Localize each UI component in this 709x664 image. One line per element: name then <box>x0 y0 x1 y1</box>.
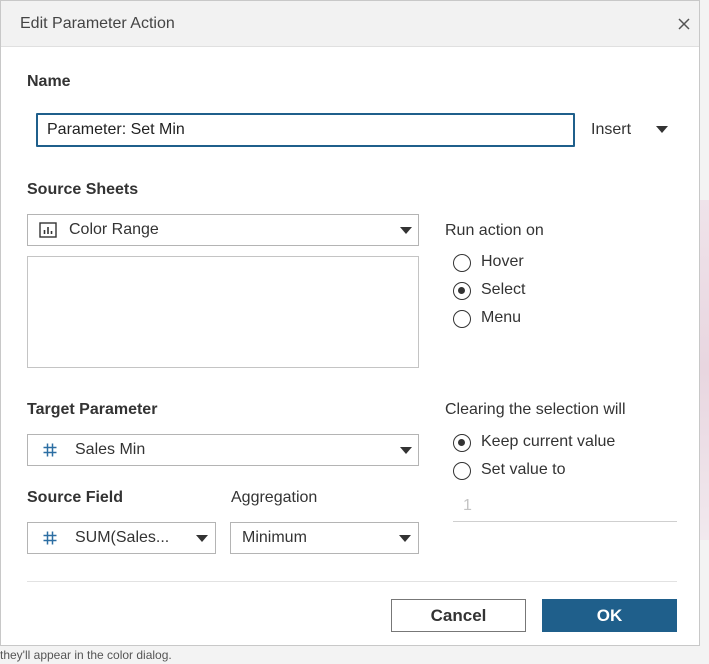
radio-label: Set value to <box>481 461 566 478</box>
footer-divider <box>27 581 677 582</box>
chevron-down-icon <box>656 126 668 133</box>
chevron-down-icon <box>400 447 412 454</box>
radio-button[interactable] <box>453 282 471 300</box>
insert-button[interactable]: Insert <box>591 117 677 143</box>
radio-button[interactable] <box>453 462 471 480</box>
radio-selected-dot <box>458 439 465 446</box>
source-sheets-selected: Color Range <box>69 221 159 238</box>
close-icon[interactable] <box>673 13 695 35</box>
aggregation-dropdown[interactable]: Minimum <box>230 522 419 554</box>
radio-button[interactable] <box>453 254 471 272</box>
aggregation-selected: Minimum <box>242 529 307 546</box>
title-bar: Edit Parameter Action <box>1 1 699 47</box>
clearing-label: Clearing the selection will <box>445 401 626 418</box>
target-parameter-label: Target Parameter <box>27 401 158 418</box>
radio-button[interactable] <box>453 434 471 452</box>
number-hash-icon <box>43 531 57 545</box>
source-sheets-label: Source Sheets <box>27 181 139 198</box>
name-input[interactable] <box>36 113 575 147</box>
chevron-down-icon <box>196 535 208 542</box>
source-sheets-list[interactable] <box>27 256 419 368</box>
source-field-dropdown[interactable]: SUM(Sales... <box>27 522 216 554</box>
radio-label: Select <box>481 281 526 298</box>
background-strip <box>699 200 709 540</box>
source-field-label: Source Field <box>27 489 124 506</box>
chevron-down-icon <box>400 227 412 234</box>
ok-button[interactable]: OK <box>542 599 677 632</box>
run-action-label: Run action on <box>445 222 544 239</box>
edit-parameter-action-dialog: Edit Parameter Action Name Insert Source… <box>0 0 700 646</box>
target-parameter-selected: Sales Min <box>75 441 146 458</box>
radio-label: Keep current value <box>481 433 616 450</box>
number-hash-icon <box>43 443 57 457</box>
chevron-down-icon <box>399 535 411 542</box>
radio-label: Menu <box>481 309 522 326</box>
dialog-title: Edit Parameter Action <box>20 15 175 32</box>
radio-label: Hover <box>481 253 524 270</box>
cancel-button[interactable]: Cancel <box>391 599 526 632</box>
insert-label: Insert <box>591 121 632 138</box>
name-label: Name <box>27 73 71 90</box>
source-sheets-dropdown[interactable]: Color Range <box>27 214 419 246</box>
bar-chart-icon <box>39 222 57 238</box>
target-parameter-dropdown[interactable]: Sales Min <box>27 434 419 466</box>
background-text: they'll appear in the color dialog. <box>0 648 172 662</box>
radio-selected-dot <box>458 287 465 294</box>
aggregation-label: Aggregation <box>231 489 318 506</box>
set-value-field[interactable]: 1 <box>453 494 677 522</box>
radio-button[interactable] <box>453 310 471 328</box>
source-field-selected: SUM(Sales... <box>75 529 170 546</box>
